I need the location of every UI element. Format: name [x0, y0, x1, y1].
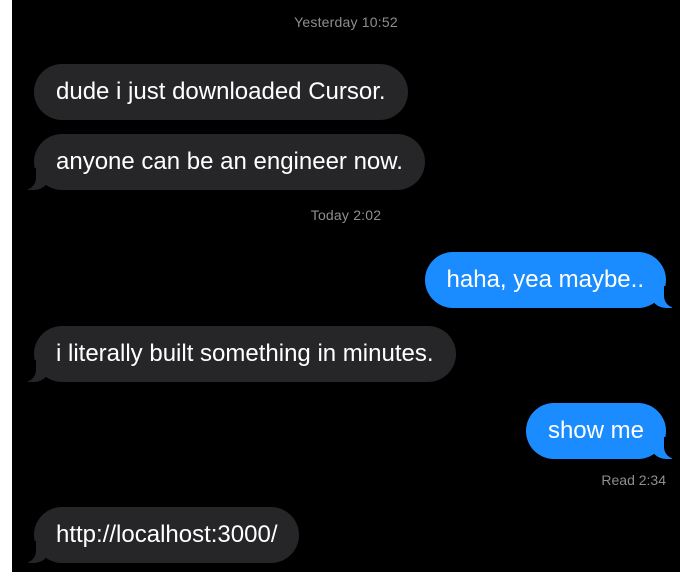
message-bubble-outgoing[interactable]: show me: [525, 403, 679, 459]
message-text: show me: [547, 417, 644, 444]
message-link[interactable]: http://localhost:3000/: [56, 521, 277, 549]
read-receipt: Read 2:34: [601, 472, 666, 488]
timestamp-today: Today 2:02: [310, 207, 382, 223]
message-text: i literally built something in minutes.: [56, 340, 434, 367]
message-bubble-incoming[interactable]: dude i just downloaded Cursor.: [34, 64, 408, 120]
message-bubble-outgoing[interactable]: haha, yea maybe..: [424, 252, 679, 308]
message-text: anyone can be an engineer now.: [56, 148, 403, 175]
message-text: dude i just downloaded Cursor.: [56, 78, 386, 105]
message-bubble-incoming[interactable]: i literally built something in minutes.: [22, 326, 456, 382]
timestamp-yesterday: Yesterday 10:52: [294, 14, 398, 30]
message-thread: Yesterday 10:52 dude i just downloaded C…: [12, 0, 680, 572]
message-bubble-incoming[interactable]: http://localhost:3000/: [21, 507, 300, 563]
message-bubble-incoming[interactable]: anyone can be an engineer now.: [22, 134, 425, 190]
message-text: haha, yea maybe..: [446, 266, 644, 293]
